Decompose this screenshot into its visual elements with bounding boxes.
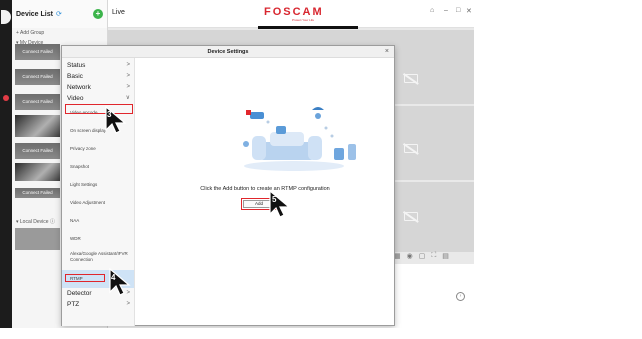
device-thumbnail[interactable]: Connect Failed	[15, 143, 60, 159]
menu-detector-label: Detector	[67, 290, 92, 297]
chevron-down-icon: ∨	[125, 95, 130, 101]
help-icon[interactable]: ⓘ	[50, 219, 55, 225]
grid-icon[interactable]: ▤	[442, 252, 449, 264]
device-thumbnail[interactable]: Connect Failed	[15, 94, 60, 110]
chevron-right-icon: >	[126, 62, 130, 68]
settings-content: Click the Add button to create an RTMP c…	[136, 58, 394, 326]
chevron-right-icon: >	[126, 73, 130, 79]
left-rail	[0, 0, 12, 328]
submenu-naa[interactable]: NAA	[62, 212, 134, 230]
view-toolbar: ▦ ◉ ▢ ⛶ ▤	[394, 252, 474, 264]
menu-ptz[interactable]: PTZ >	[62, 299, 134, 310]
device-thumbnail-live[interactable]	[15, 163, 60, 181]
maximize-icon[interactable]: □	[456, 7, 460, 14]
next-page-icon[interactable]: ›	[456, 292, 465, 301]
title-underline	[258, 26, 358, 29]
brand-logo: FOSCAM	[264, 6, 324, 18]
live-label: Live	[112, 9, 125, 16]
submenu-video-adjustment[interactable]: Video Adjustment	[62, 194, 134, 212]
add-device-icon[interactable]: +	[93, 9, 103, 19]
menu-network[interactable]: Network >	[62, 82, 134, 93]
local-device-label: Local Device	[19, 219, 49, 225]
chevron-right-icon: >	[126, 84, 130, 90]
device-list-header: Device List ⟳ +	[12, 0, 107, 28]
fullscreen-icon[interactable]: ⛶	[431, 252, 436, 264]
menu-status-label: Status	[67, 62, 86, 69]
refresh-icon[interactable]: ⟳	[56, 10, 62, 18]
submenu-alexa-connection[interactable]: Alexa/Google Assistant/IFVR Connection	[62, 248, 134, 270]
rtmp-illustration-icon	[243, 107, 356, 171]
submenu-wdr[interactable]: WDR	[62, 230, 134, 248]
menu-network-label: Network	[67, 84, 91, 91]
highlight-rtmp	[65, 274, 105, 282]
brand-tagline: Protect Your Life	[292, 18, 315, 22]
app-logo	[1, 10, 11, 24]
menu-ptz-label: PTZ	[67, 301, 80, 308]
device-list-title: Device List	[16, 10, 53, 18]
menu-status[interactable]: Status >	[62, 60, 134, 71]
submenu-snapshot[interactable]: Snapshot	[62, 158, 134, 176]
dialog-title: Device Settings	[62, 46, 394, 58]
no-video-icon	[404, 74, 418, 83]
minimize-icon[interactable]: –	[444, 7, 448, 14]
close-dialog-icon[interactable]: ×	[385, 48, 389, 55]
device-thumbnail[interactable]: Connect Failed	[15, 188, 60, 198]
empty-state-message: Click the Add button to create an RTMP c…	[200, 186, 330, 192]
close-window-icon[interactable]: ✕	[466, 7, 472, 15]
local-device-thumbnail[interactable]	[15, 228, 60, 250]
device-thumbnail[interactable]: Connect Failed	[15, 69, 60, 85]
window-icon[interactable]: ▢	[419, 252, 426, 264]
step-5-label: 5	[272, 195, 277, 204]
foscam-app-window: Device List ⟳ + + Add Group ▾ My Device …	[0, 0, 474, 328]
add-group-link[interactable]: + Add Group	[12, 28, 107, 38]
menu-basic-label: Basic	[67, 73, 83, 80]
no-video-icon	[404, 144, 418, 153]
menu-video-label: Video	[67, 95, 84, 102]
record-icon[interactable]: ◉	[407, 252, 413, 264]
no-video-icon	[404, 212, 418, 221]
chevron-right-icon: >	[126, 301, 130, 307]
menu-basic[interactable]: Basic >	[62, 71, 134, 82]
submenu-privacy-zone[interactable]: Privacy zone	[62, 140, 134, 158]
menu-video[interactable]: Video ∨	[62, 93, 134, 104]
local-device-group[interactable]: ▾ Local Device ⓘ	[16, 218, 55, 225]
step-3-label: 3	[107, 110, 112, 119]
top-bar: Live FOSCAM Protect Your Life ⌂ – □ ✕	[108, 0, 474, 29]
notification-dot	[3, 95, 9, 101]
step-4-label: 4	[111, 273, 116, 282]
device-thumbnail[interactable]: Connect Failed	[15, 44, 60, 60]
device-thumbnail-live[interactable]	[15, 115, 60, 137]
submenu-light-settings[interactable]: Light Settings	[62, 176, 134, 194]
side-control-panel: ›	[394, 264, 474, 328]
lock-icon[interactable]: ⌂	[430, 7, 434, 14]
